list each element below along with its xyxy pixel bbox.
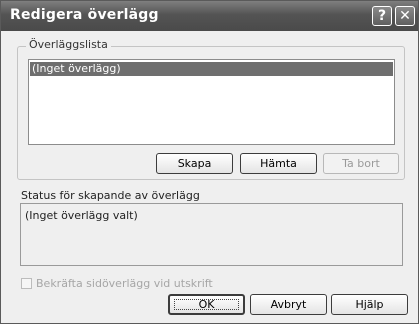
window-title: Redigera överlägg bbox=[10, 7, 159, 23]
delete-button[interactable]: Ta bort bbox=[323, 153, 399, 174]
confirm-checkbox[interactable] bbox=[21, 278, 32, 289]
close-icon[interactable]: ✕ bbox=[395, 6, 415, 26]
help-button[interactable]: Hjälp bbox=[331, 294, 408, 315]
create-button[interactable]: Skapa bbox=[156, 153, 233, 174]
status-text: (Inget överlägg valt) bbox=[25, 209, 138, 222]
cancel-button[interactable]: Avbryt bbox=[250, 294, 327, 315]
ok-button[interactable]: OK bbox=[168, 294, 245, 315]
title-bar[interactable]: Redigera överlägg ? ✕ bbox=[1, 1, 418, 31]
list-item[interactable]: (Inget överlägg) bbox=[30, 62, 393, 76]
fetch-button[interactable]: Hämta bbox=[240, 153, 317, 174]
help-icon[interactable]: ? bbox=[372, 6, 392, 26]
status-box: (Inget överlägg valt) bbox=[20, 203, 403, 266]
overlay-list-legend: Överläggslista bbox=[26, 38, 111, 51]
focus-ring bbox=[174, 299, 239, 310]
confirm-checkbox-label: Bekräfta sidöverlägg vid utskrift bbox=[36, 277, 213, 290]
overlay-listbox[interactable]: (Inget överlägg) bbox=[28, 59, 395, 145]
status-label: Status för skapande av överlägg bbox=[21, 189, 200, 202]
